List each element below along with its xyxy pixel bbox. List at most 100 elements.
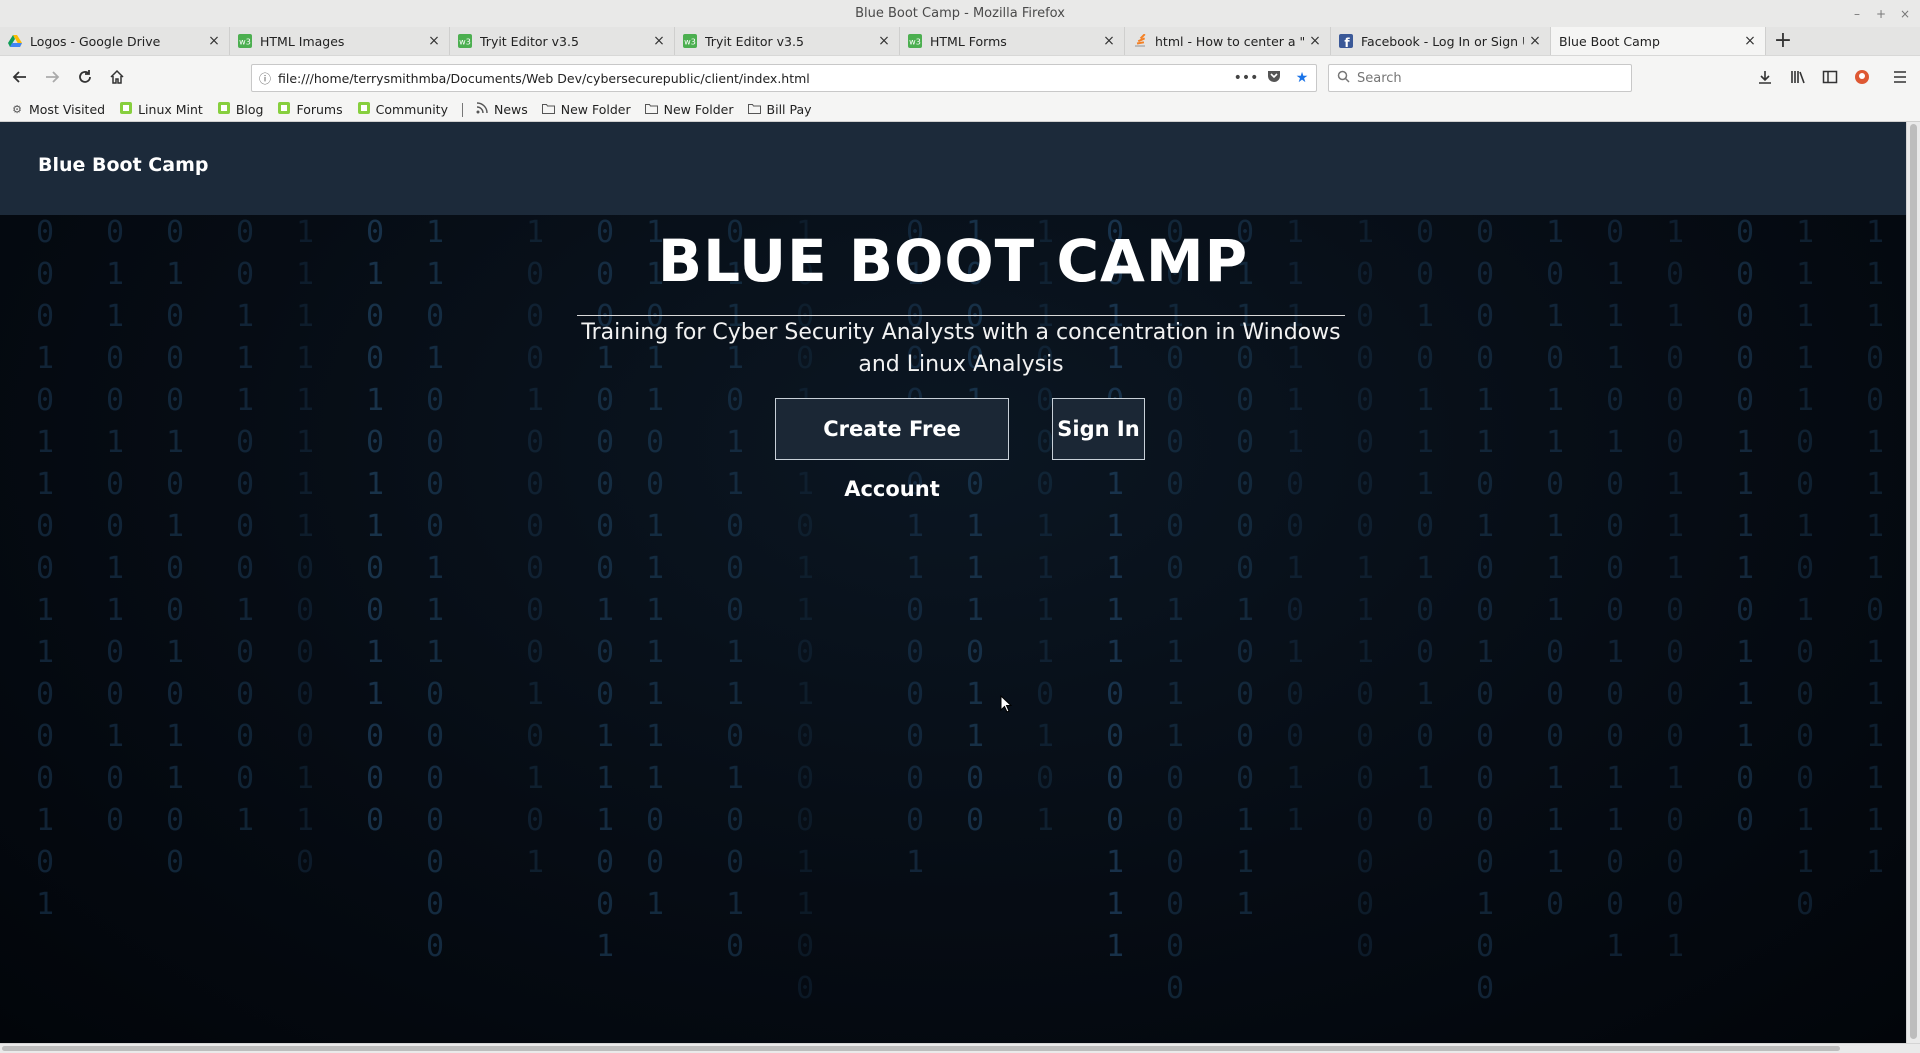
tab-stackoverflow[interactable]: html - How to center a "positi × (1125, 27, 1331, 55)
download-icon (1759, 71, 1771, 84)
svg-text:w3: w3 (684, 38, 696, 47)
horizontal-scrollbar[interactable] (0, 1043, 1920, 1053)
close-icon[interactable]: × (1528, 33, 1542, 49)
facebook-icon: f (1339, 34, 1353, 48)
tab-strip: Logos - Google Drive × w3 HTML Images × … (0, 27, 1920, 55)
close-icon[interactable]: × (877, 33, 891, 49)
folder-icon (748, 103, 762, 117)
bookmark-bill-pay[interactable]: Bill Pay (748, 102, 812, 117)
forward-arrow-icon (46, 71, 60, 83)
bookmark-label: Most Visited (29, 102, 106, 117)
hero-title: BLUE BOOT CAMP (657, 227, 1249, 295)
window-controls: – + × (1850, 0, 1912, 27)
tab-html-images[interactable]: w3 HTML Images × (230, 27, 450, 55)
close-icon[interactable]: × (207, 33, 221, 49)
tab-html-forms[interactable]: w3 HTML Forms × (900, 27, 1125, 55)
tab-tryit-editor-2[interactable]: w3 Tryit Editor v3.5 × (675, 27, 900, 55)
search-input[interactable] (1357, 70, 1617, 86)
maximize-icon[interactable]: + (1874, 7, 1888, 21)
info-icon[interactable]: ⓘ (252, 70, 278, 87)
create-free-account-button[interactable]: Create Free Account (775, 398, 1009, 501)
w3schools-icon: w3 (683, 34, 697, 48)
scrollbar-thumb[interactable] (2, 1046, 1840, 1051)
reload-button[interactable] (71, 63, 99, 91)
window-title: Blue Boot Camp - Mozilla Firefox (855, 6, 1065, 21)
bookmark-label: Bill Pay (766, 102, 812, 117)
mint-icon (277, 102, 291, 117)
bookmark-label: News (493, 102, 528, 117)
tab-tryit-editor-1[interactable]: w3 Tryit Editor v3.5 × (450, 27, 675, 55)
home-button[interactable] (103, 63, 131, 91)
tab-logos-google-drive[interactable]: Logos - Google Drive × (0, 27, 230, 55)
tab-blue-boot-camp[interactable]: Blue Boot Camp × (1551, 27, 1766, 55)
bookmark-label: Blog (235, 102, 264, 117)
w3schools-icon: w3 (238, 34, 252, 48)
svg-text:f: f (1344, 36, 1350, 48)
w3schools-icon: w3 (908, 34, 922, 48)
close-icon[interactable]: × (652, 33, 666, 49)
web-page-viewport: 0 0 0 1 0 1 1 0 0 1 1 0 0 0 1 0 1 0 1 1 … (0, 122, 1906, 1043)
forward-button[interactable] (38, 63, 66, 91)
mouse-cursor-icon (1000, 695, 1012, 713)
library-button[interactable] (1784, 63, 1812, 91)
vertical-scrollbar[interactable] (1906, 122, 1920, 1043)
close-icon[interactable]: × (1743, 33, 1757, 49)
new-tab-button[interactable]: + (1766, 27, 1800, 55)
bookmark-new-folder-1[interactable]: New Folder (542, 102, 631, 117)
downloads-button[interactable] (1751, 63, 1779, 91)
bookmark-label: New Folder (560, 102, 631, 117)
site-navbar: Blue Boot Camp (0, 122, 1906, 215)
close-icon[interactable]: × (427, 33, 441, 49)
url-text[interactable]: file:///home/terrysmithmba/Documents/Web… (278, 71, 1232, 86)
bookmark-label: Forums (296, 102, 343, 117)
scrollbar-thumb[interactable] (1910, 124, 1917, 1039)
library-icon (1791, 71, 1805, 84)
reload-icon (79, 70, 91, 83)
url-bar[interactable]: ⓘ file:///home/terrysmithmba/Documents/W… (251, 64, 1317, 92)
bookmark-label: Linux Mint (138, 102, 203, 117)
page-actions-icon[interactable]: ••• (1232, 70, 1260, 86)
bookmark-community[interactable]: Community (357, 102, 448, 117)
mint-icon (217, 102, 231, 117)
rss-icon (475, 102, 489, 117)
bookmark-most-visited[interactable]: ⚙ Most Visited (10, 102, 105, 117)
duckduckgo-icon (1855, 70, 1869, 84)
close-icon[interactable]: × (1308, 33, 1322, 49)
bookmark-news[interactable]: News (475, 102, 528, 117)
search-icon (1329, 70, 1357, 87)
back-arrow-icon (12, 71, 26, 83)
svg-text:w3: w3 (459, 38, 471, 47)
extension-button[interactable] (1848, 63, 1876, 91)
back-button[interactable] (6, 63, 34, 91)
bookmark-new-folder-2[interactable]: New Folder (645, 102, 734, 117)
menu-button[interactable] (1886, 63, 1914, 91)
tab-label: Facebook - Log In or Sign Up (1361, 33, 1524, 49)
close-window-icon[interactable]: × (1898, 7, 1912, 21)
hamburger-menu-icon (1894, 71, 1906, 83)
folder-icon (645, 103, 659, 117)
w3schools-icon: w3 (458, 34, 472, 48)
bookmark-star-icon[interactable]: ★ (1288, 70, 1316, 86)
window-title-bar: Blue Boot Camp - Mozilla Firefox – + × (0, 0, 1920, 27)
bookmark-forums[interactable]: Forums (277, 102, 343, 117)
gear-icon: ⚙ (12, 103, 22, 116)
close-icon[interactable]: × (1102, 33, 1116, 49)
tab-label: Tryit Editor v3.5 (705, 33, 804, 49)
tab-label: Tryit Editor v3.5 (480, 33, 579, 49)
sidebar-button[interactable] (1816, 63, 1844, 91)
tab-facebook[interactable]: f Facebook - Log In or Sign Up × (1331, 27, 1551, 55)
tab-label: Blue Boot Camp (1559, 33, 1660, 49)
bookmark-linux-mint[interactable]: Linux Mint (119, 102, 203, 117)
sign-in-button[interactable]: Sign In (1052, 398, 1145, 460)
pocket-icon[interactable] (1260, 69, 1288, 87)
site-brand-link[interactable]: Blue Boot Camp (38, 154, 208, 176)
stackoverflow-icon (1133, 34, 1147, 48)
bookmark-blog[interactable]: Blog (217, 102, 264, 117)
minimize-icon[interactable]: – (1850, 7, 1864, 21)
mint-icon (119, 102, 133, 117)
search-bar[interactable] (1328, 64, 1632, 92)
bookmark-label: New Folder (663, 102, 734, 117)
bookmarks-toolbar: ⚙ Most Visited Linux Mint Blog Forums Co… (0, 98, 1920, 122)
mint-icon (357, 102, 371, 117)
home-icon (110, 69, 124, 84)
